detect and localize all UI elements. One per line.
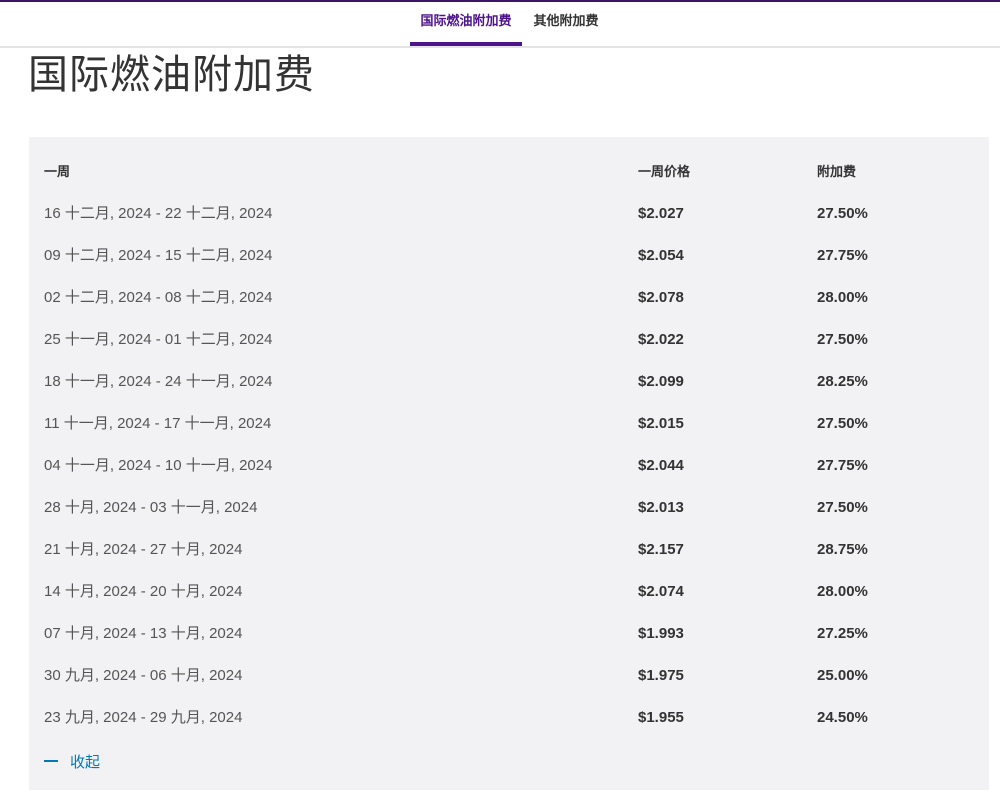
surcharge-rate: 25.00% [817,667,868,684]
week-range: 18 十一月, 2024 - 24 十一月, 2024 [44,373,273,390]
week-range: 21 十月, 2024 - 27 十月, 2024 [44,541,243,558]
surcharge-rate: 27.50% [817,415,868,432]
table-row: 28 十月, 2024 - 03 十一月, 2024 $2.013 27.50% [29,487,989,529]
weekly-price: $1.993 [638,625,684,642]
surcharge-rate: 27.50% [817,499,868,516]
week-range: 04 十一月, 2024 - 10 十一月, 2024 [44,457,273,474]
minus-icon [44,760,58,763]
table-row: 09 十二月, 2024 - 15 十二月, 2024 $2.054 27.75… [29,235,989,277]
table-row: 02 十二月, 2024 - 08 十二月, 2024 $2.078 28.00… [29,277,989,319]
tab-other-surcharges[interactable]: 其他附加费 [526,2,606,46]
weekly-price: $1.955 [638,709,684,726]
column-header-surcharge: 附加费 [817,164,857,179]
surcharge-rate: 27.50% [817,331,868,348]
surcharge-rate: 27.50% [817,205,868,222]
week-range: 02 十二月, 2024 - 08 十二月, 2024 [44,289,273,306]
weekly-price: $2.157 [638,541,684,558]
surcharge-rate: 28.75% [817,541,868,558]
column-header-week: 一周 [44,164,71,179]
tab-bar: 国际燃油附加费 其他附加费 [0,2,1000,48]
table-row: 23 九月, 2024 - 29 九月, 2024 $1.955 24.50% [29,697,989,739]
table-row: 04 十一月, 2024 - 10 十一月, 2024 $2.044 27.75… [29,445,989,487]
table-row: 25 十一月, 2024 - 01 十二月, 2024 $2.022 27.50… [29,319,989,361]
weekly-price: $1.975 [638,667,684,684]
surcharge-rate: 28.00% [817,289,868,306]
table-row: 11 十一月, 2024 - 17 十一月, 2024 $2.015 27.50… [29,403,989,445]
surcharge-rate: 28.25% [817,373,868,390]
weekly-price: $2.099 [638,373,684,390]
table-header-row: 一周 一周价格 附加费 [29,151,989,193]
weekly-price: $2.054 [638,247,684,264]
surcharge-rate: 27.75% [817,457,868,474]
table-row: 16 十二月, 2024 - 22 十二月, 2024 $2.027 27.50… [29,193,989,235]
surcharge-rate: 27.75% [817,247,868,264]
week-range: 09 十二月, 2024 - 15 十二月, 2024 [44,247,273,264]
table-row: 21 十月, 2024 - 27 十月, 2024 $2.157 28.75% [29,529,989,571]
weekly-price: $2.022 [638,331,684,348]
week-range: 11 十一月, 2024 - 17 十一月, 2024 [44,415,272,432]
week-range: 14 十月, 2024 - 20 十月, 2024 [44,583,243,600]
table-row: 30 九月, 2024 - 06 十月, 2024 $1.975 25.00% [29,655,989,697]
page-title: 国际燃油附加费 [28,53,315,97]
week-range: 16 十二月, 2024 - 22 十二月, 2024 [44,205,273,222]
week-range: 30 九月, 2024 - 06 十月, 2024 [44,667,243,684]
column-header-price: 一周价格 [638,164,691,179]
week-range: 07 十月, 2024 - 13 十月, 2024 [44,625,243,642]
week-range: 28 十月, 2024 - 03 十一月, 2024 [44,499,258,516]
weekly-price: $2.044 [638,457,684,474]
weekly-price: $2.074 [638,583,684,600]
surcharge-rate: 27.25% [817,625,868,642]
weekly-price: $2.015 [638,415,684,432]
weekly-price: $2.078 [638,289,684,306]
weekly-price: $2.027 [638,205,684,222]
tab-international-fuel-surcharge[interactable]: 国际燃油附加费 [410,2,522,46]
surcharge-rate: 24.50% [817,709,868,726]
collapse-button[interactable]: 收起 [44,747,100,779]
weekly-price: $2.013 [638,499,684,516]
week-range: 25 十一月, 2024 - 01 十二月, 2024 [44,331,273,348]
collapse-label: 收起 [70,754,101,771]
table-row: 14 十月, 2024 - 20 十月, 2024 $2.074 28.00% [29,571,989,613]
surcharge-table: 一周 一周价格 附加费 16 十二月, 2024 - 22 十二月, 2024 … [29,137,989,790]
table-row: 18 十一月, 2024 - 24 十一月, 2024 $2.099 28.25… [29,361,989,403]
week-range: 23 九月, 2024 - 29 九月, 2024 [44,709,243,726]
surcharge-rate: 28.00% [817,583,868,600]
table-row: 07 十月, 2024 - 13 十月, 2024 $1.993 27.25% [29,613,989,655]
